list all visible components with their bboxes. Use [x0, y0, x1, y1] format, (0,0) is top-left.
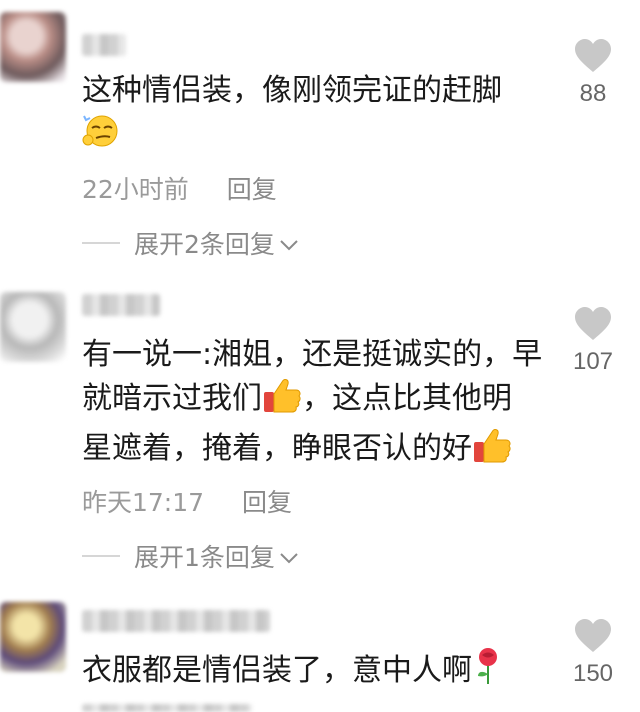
- username-blurred[interactable]: [82, 610, 270, 632]
- thumbs-up-icon: [472, 426, 512, 476]
- username-blurred[interactable]: [82, 294, 160, 316]
- smirk-emoji-icon: [82, 112, 120, 162]
- expand-replies-label: 展开2条回复: [134, 230, 275, 259]
- username-blurred[interactable]: [82, 34, 126, 56]
- comment-text-line: ，这点比其他明: [302, 381, 512, 416]
- chevron-down-icon: [279, 229, 299, 258]
- like-count: 150: [572, 660, 614, 687]
- comment-text-line: 衣服都是情侣装了，意中人啊: [82, 653, 472, 688]
- comment-text: 有一说一:湘姐，还是挺诚实的，早 就暗示过我们 ，这点比其他明 星遮着，掩着，睁…: [82, 334, 542, 476]
- comment-time: 昨天17:17: [82, 488, 205, 517]
- divider-line: [82, 242, 120, 244]
- comment-meta: 22小时前 回复: [82, 170, 277, 206]
- comment-text: 衣服都是情侣装了，意中人啊: [82, 646, 504, 698]
- thumbs-up-icon: [262, 376, 302, 426]
- avatar[interactable]: [0, 292, 66, 362]
- chevron-down-icon: [279, 542, 299, 571]
- heart-icon[interactable]: [573, 38, 613, 74]
- comment-text-line: 这种情侣装，像刚领完证的赶脚: [82, 73, 502, 108]
- expand-replies-label: 展开1条回复: [134, 543, 275, 572]
- like-count: 88: [579, 80, 607, 107]
- like-button[interactable]: 150: [570, 618, 616, 688]
- avatar[interactable]: [0, 602, 66, 672]
- comment-text-line: 有一说一:湘姐，还是挺诚实的，早: [82, 337, 543, 372]
- like-button[interactable]: 88: [570, 38, 616, 108]
- divider-line: [82, 555, 120, 557]
- comment-text-line: 就暗示过我们: [82, 381, 262, 416]
- comment-text: 这种情侣装，像刚领完证的赶脚: [82, 70, 502, 162]
- like-count: 107: [572, 348, 614, 375]
- comment-time: 22小时前: [82, 175, 189, 204]
- like-button[interactable]: 107: [570, 306, 616, 376]
- rose-icon: [472, 646, 504, 698]
- heart-icon[interactable]: [573, 618, 613, 654]
- avatar[interactable]: [0, 12, 66, 82]
- reply-button[interactable]: 回复: [227, 175, 277, 204]
- expand-replies-button[interactable]: 展开2条回复: [82, 225, 299, 261]
- heart-icon[interactable]: [573, 306, 613, 342]
- comment-text-line: 星遮着，掩着，睁眼否认的好: [82, 431, 472, 466]
- comment-meta: 昨天17:17 回复: [82, 483, 292, 519]
- reply-button[interactable]: 回复: [242, 488, 292, 517]
- expand-replies-button[interactable]: 展开1条回复: [82, 538, 299, 574]
